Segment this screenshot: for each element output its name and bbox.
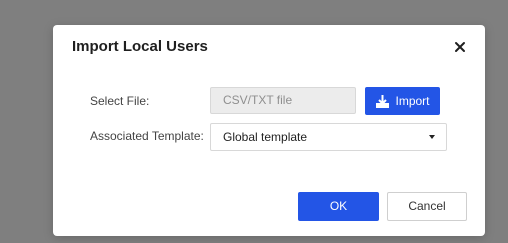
ok-button[interactable]: OK [298, 192, 379, 221]
chevron-down-icon [429, 135, 435, 139]
close-icon[interactable] [452, 39, 468, 55]
import-button-label: Import [395, 94, 430, 108]
import-users-dialog: Import Local Users Select File: CSV/TXT … [53, 25, 485, 236]
associated-template-label: Associated Template: [90, 129, 204, 143]
template-select-value: Global template [223, 130, 308, 144]
file-path-field[interactable]: CSV/TXT file [210, 87, 356, 114]
select-file-label: Select File: [90, 94, 150, 108]
dialog-title: Import Local Users [72, 38, 208, 55]
import-button[interactable]: Import [365, 87, 440, 115]
template-select[interactable]: Global template [210, 123, 447, 151]
cancel-button[interactable]: Cancel [387, 192, 467, 221]
import-icon [376, 94, 390, 108]
